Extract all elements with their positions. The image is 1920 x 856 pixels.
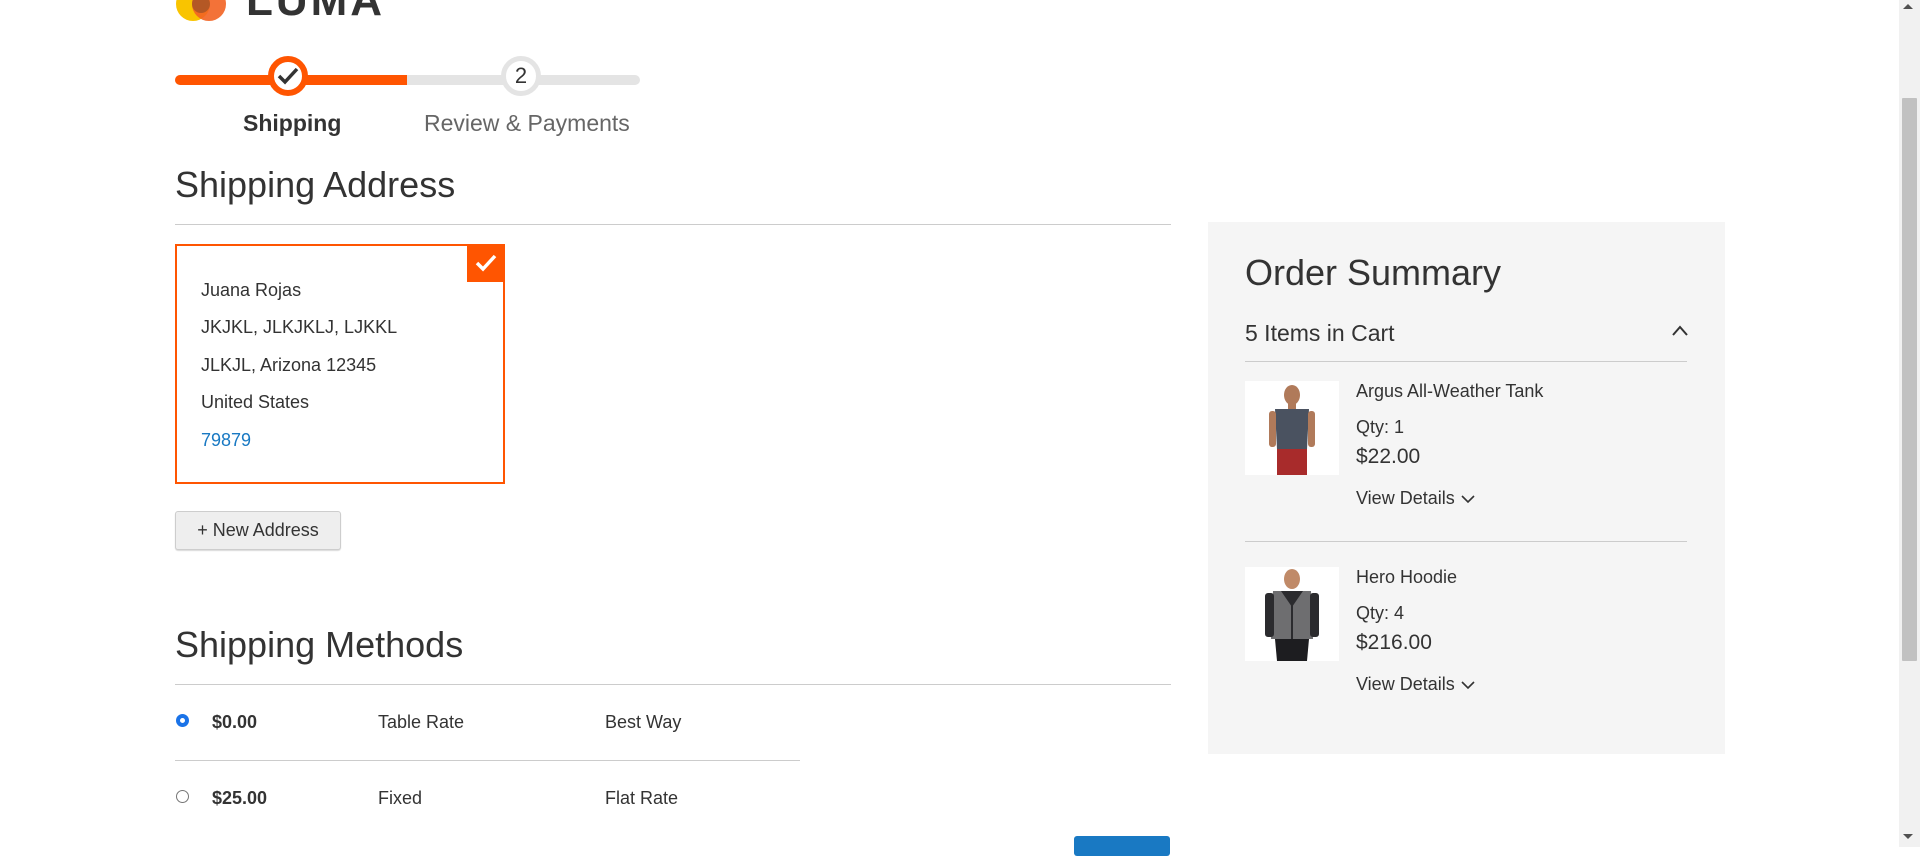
- items-in-cart-toggle[interactable]: 5 Items in Cart: [1245, 320, 1395, 347]
- product-name: Hero Hoodie: [1356, 567, 1458, 587]
- next-button[interactable]: [1074, 836, 1170, 856]
- address-street: JKJKL, JLKJKLJ, LJKKL: [201, 317, 398, 337]
- method-carrier: Fixed: [378, 788, 423, 808]
- order-summary-title: Order Summary: [1245, 252, 1502, 293]
- divider: [1245, 361, 1687, 362]
- address-phone-link[interactable]: 79879: [201, 430, 251, 451]
- method-name: Best Way: [605, 712, 682, 732]
- step-shipping-label: Shipping: [243, 110, 342, 136]
- view-details-label: View Details: [1356, 488, 1455, 508]
- product-price: $216.00: [1356, 631, 1432, 654]
- shipping-address-title: Shipping Address: [175, 164, 456, 205]
- method-name: Flat Rate: [605, 788, 679, 808]
- product-price: $22.00: [1356, 445, 1421, 468]
- address-country: United States: [201, 392, 310, 412]
- scroll-down-arrow-icon[interactable]: [1903, 834, 1913, 839]
- step-shipping-check-icon: [268, 56, 308, 96]
- chevron-down-icon: [1461, 680, 1475, 689]
- method-price: $0.00: [212, 712, 258, 732]
- method-row-divider: [175, 760, 800, 761]
- product-image-argus-tank: [1245, 381, 1339, 475]
- step-review-number: 2: [501, 56, 541, 96]
- product-image-hero-hoodie: [1245, 567, 1339, 661]
- scrollbar-thumb[interactable]: [1902, 98, 1917, 661]
- luma-logo-icon[interactable]: [175, 0, 231, 22]
- selected-check-icon: [467, 244, 505, 282]
- logo-text: LUMA: [246, 0, 386, 25]
- product-qty: Qty: 1: [1356, 417, 1405, 437]
- view-details-label: View Details: [1356, 674, 1455, 694]
- selected-address-card[interactable]: Juana Rojas JKJKL, JLKJKLJ, LJKKL JLKJL,…: [175, 244, 505, 484]
- chevron-up-icon[interactable]: [1671, 324, 1689, 338]
- shipping-method-radio-table-rate[interactable]: [176, 714, 189, 727]
- divider: [175, 684, 1171, 685]
- new-address-button[interactable]: + New Address: [175, 511, 341, 550]
- divider: [1245, 541, 1687, 542]
- product-qty: Qty: 4: [1356, 603, 1405, 623]
- chevron-down-icon: [1461, 494, 1475, 503]
- view-details-toggle[interactable]: View Details: [1356, 674, 1475, 695]
- address-name: Juana Rojas: [201, 280, 302, 300]
- product-name: Argus All-Weather Tank: [1356, 381, 1544, 401]
- shipping-methods-title: Shipping Methods: [175, 624, 464, 665]
- method-carrier: Table Rate: [378, 712, 465, 732]
- scroll-up-arrow-icon[interactable]: [1903, 4, 1913, 9]
- divider: [175, 224, 1171, 225]
- method-price: $25.00: [212, 788, 268, 808]
- view-details-toggle[interactable]: View Details: [1356, 488, 1475, 509]
- address-city-region: JLKJL, Arizona 12345: [201, 355, 377, 375]
- shipping-method-radio-flat-rate[interactable]: [176, 790, 189, 803]
- step-review-label[interactable]: Review & Payments: [424, 110, 630, 137]
